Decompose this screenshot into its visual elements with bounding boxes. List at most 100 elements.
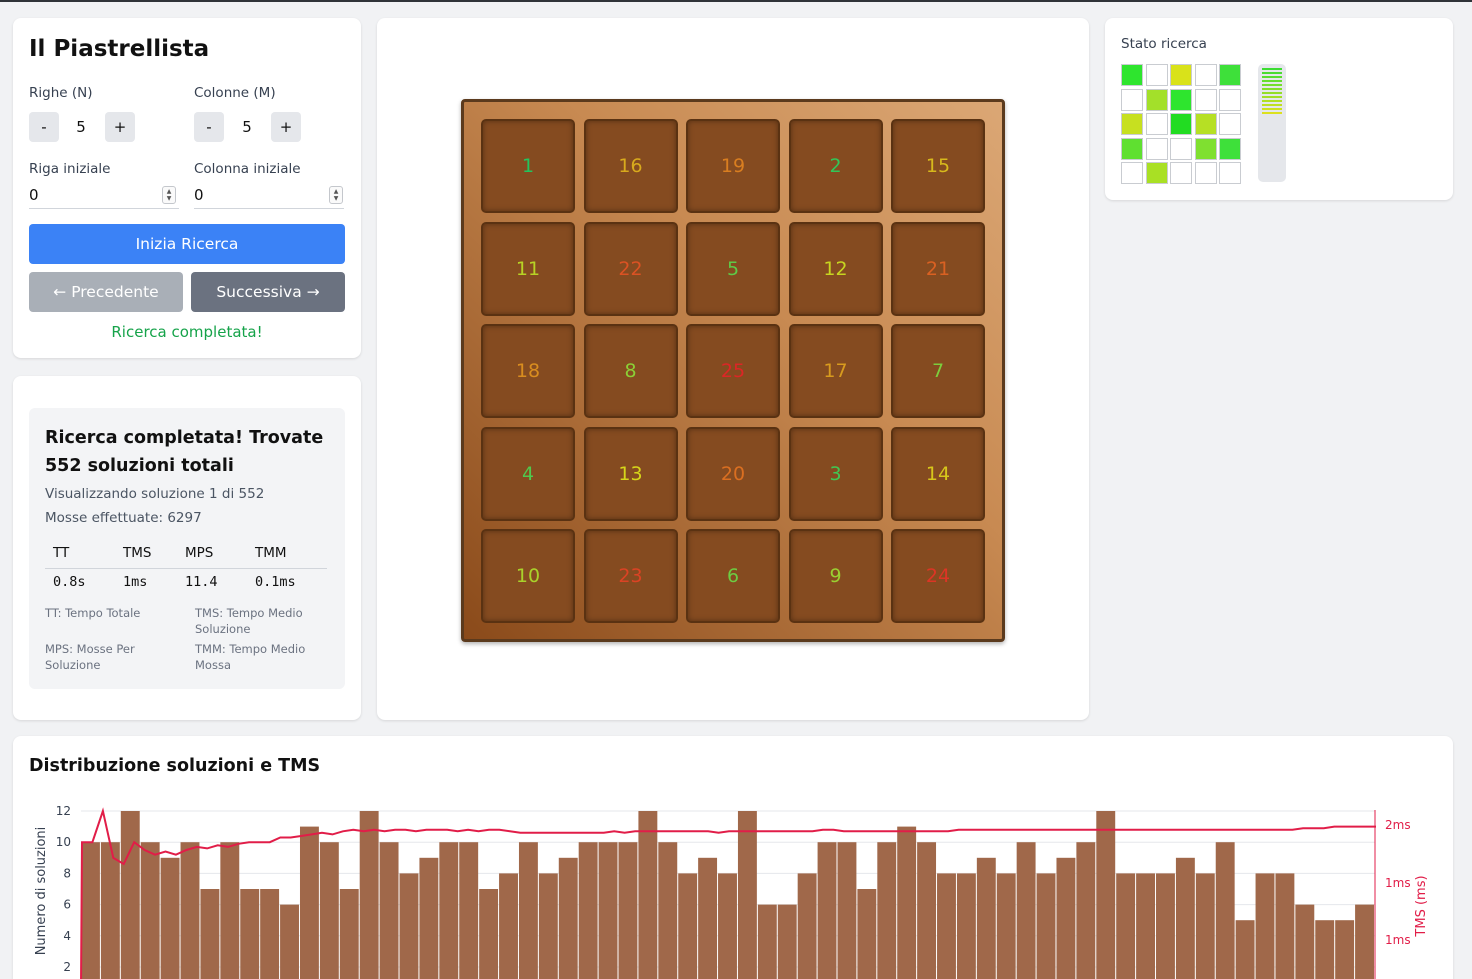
histogram-bar xyxy=(180,842,200,979)
histogram-bar xyxy=(1156,873,1175,979)
histogram-bar xyxy=(319,842,339,979)
board-tile: 8 xyxy=(583,324,678,418)
histogram-bar xyxy=(917,842,937,979)
y-tick-label: 10 xyxy=(56,835,71,849)
histogram-bar xyxy=(240,889,260,979)
histogram-bar xyxy=(120,811,140,979)
board-tile: 19 xyxy=(686,119,780,213)
histogram-bar xyxy=(220,842,240,979)
histogram-bar xyxy=(160,857,180,979)
cols-decrement-button[interactable]: - xyxy=(194,112,224,142)
stat-header-tmm: TMM xyxy=(255,545,287,561)
histogram-bar xyxy=(956,873,976,979)
histogram-bar xyxy=(937,873,956,979)
search-state-cell xyxy=(1145,88,1168,111)
start-col-input[interactable]: 0 xyxy=(194,183,344,209)
progress-stripe xyxy=(1262,112,1282,114)
histogram-bar xyxy=(897,826,917,979)
histogram-bar xyxy=(698,857,718,979)
search-state-cell xyxy=(1170,137,1192,160)
histogram-bar xyxy=(1116,873,1136,979)
y-tick-label: 12 xyxy=(56,804,71,818)
rows-increment-button[interactable]: + xyxy=(105,112,135,142)
stats-divider xyxy=(45,568,327,569)
board-tile: 12 xyxy=(788,221,883,316)
search-state-cell xyxy=(1145,137,1168,160)
histogram-bar xyxy=(200,889,220,979)
histogram-bar xyxy=(1016,842,1036,979)
histogram-bar xyxy=(976,857,996,979)
search-state-panel: Stato ricerca xyxy=(1105,18,1453,200)
start-col-spinner-icon[interactable]: ▲ ▼ xyxy=(329,186,343,204)
histogram-bar xyxy=(757,904,777,979)
stat-header-tms: TMS xyxy=(123,545,152,561)
cols-value: 5 xyxy=(242,118,252,136)
histogram-bar xyxy=(359,811,379,979)
progress-stripe xyxy=(1262,96,1282,98)
histogram-bar xyxy=(857,889,877,979)
histogram-bar xyxy=(299,826,319,979)
histogram-bar xyxy=(1036,873,1056,979)
app-title: Il Piastrellista xyxy=(29,36,210,62)
previous-button[interactable]: ← Precedente xyxy=(29,272,183,312)
search-state-cell xyxy=(1170,162,1192,184)
search-state-cell xyxy=(1219,137,1241,160)
board-tile: 22 xyxy=(583,221,678,316)
histogram-bar xyxy=(1335,920,1355,979)
start-col-label: Colonna iniziale xyxy=(194,161,301,177)
histogram-bar xyxy=(658,842,678,979)
y2-tick-label: 2ms xyxy=(1385,818,1411,832)
progress-stripe xyxy=(1262,92,1282,94)
rows-decrement-button[interactable]: - xyxy=(29,112,59,142)
search-state-cell xyxy=(1145,113,1168,135)
search-state-cell xyxy=(1219,162,1241,184)
histogram-bar xyxy=(100,842,120,979)
histogram-bar xyxy=(1295,904,1315,979)
search-state-cell xyxy=(1170,88,1192,111)
histogram-bar xyxy=(598,842,618,979)
histogram-bar xyxy=(1096,811,1116,979)
histogram-bar xyxy=(439,842,459,979)
start-row-spinner-icon[interactable]: ▲ ▼ xyxy=(162,186,176,204)
cols-increment-button[interactable]: + xyxy=(271,112,301,142)
y2-axis-label: TMS (ms) xyxy=(1414,875,1429,937)
search-state-cell xyxy=(1145,162,1168,184)
histogram-bar xyxy=(1136,873,1156,979)
stat-value-tmm: 0.1ms xyxy=(255,574,296,590)
y2-tick-label: 1ms xyxy=(1385,933,1411,947)
stats-heading: Ricerca completata! Trovate 552 soluzion… xyxy=(45,428,324,476)
search-state-cell xyxy=(1219,64,1241,86)
next-button[interactable]: Successiva → xyxy=(191,272,345,312)
progress-stripe xyxy=(1262,108,1282,110)
start-search-button[interactable]: Inizia Ricerca xyxy=(29,224,345,264)
board-tile: 13 xyxy=(583,426,678,521)
board-tile: 6 xyxy=(686,529,780,623)
search-state-cell xyxy=(1170,64,1192,86)
histogram-bar xyxy=(419,857,439,979)
search-state-cell xyxy=(1219,113,1241,135)
board-tile: 9 xyxy=(788,529,883,623)
search-state-cell xyxy=(1194,88,1217,111)
histogram-bar xyxy=(1315,920,1335,979)
search-state-cell xyxy=(1194,64,1217,86)
progress-stripe xyxy=(1262,80,1282,82)
histogram-bar xyxy=(737,811,757,979)
board-tile: 23 xyxy=(583,529,678,623)
search-state-cell xyxy=(1170,113,1192,135)
search-state-cell xyxy=(1121,88,1143,111)
histogram-bar xyxy=(678,873,698,979)
histogram-bar xyxy=(797,873,817,979)
legend-tms: TMS: Tempo Medio Soluzione xyxy=(195,606,303,636)
histogram-bar xyxy=(1056,857,1076,979)
start-row-input[interactable]: 0 xyxy=(29,183,179,209)
histogram-bar xyxy=(538,873,558,979)
search-state-cell xyxy=(1194,137,1217,160)
board-tile: 20 xyxy=(686,426,780,521)
histogram-bar xyxy=(379,842,399,979)
y2-tick-label: 1ms xyxy=(1385,876,1411,890)
distribution-chart: 2 4 6 8 10 12 Numero di soluzioni 2ms 1ms 1msTMS … xyxy=(34,804,1429,979)
board-tile: 24 xyxy=(891,529,985,623)
histogram-bar xyxy=(339,889,359,979)
histogram-bar xyxy=(1235,920,1255,979)
histogram-bar xyxy=(558,857,578,979)
